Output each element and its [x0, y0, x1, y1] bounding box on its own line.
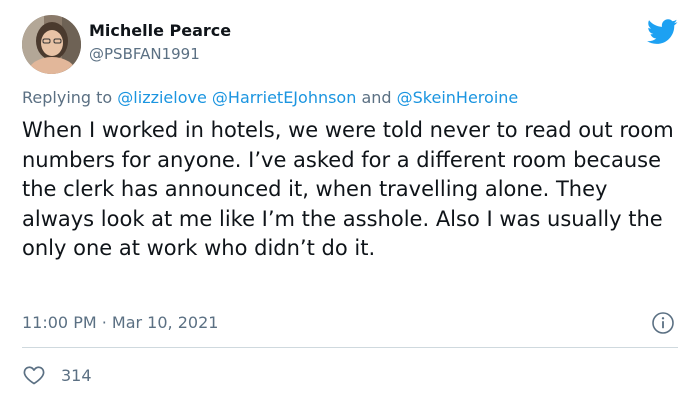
- tweet-text: When I worked in hotels, we were told ne…: [22, 118, 674, 260]
- mention-link-skeinheroine[interactable]: @SkeinHeroine: [397, 88, 519, 107]
- info-icon[interactable]: [651, 311, 675, 335]
- like-button[interactable]: 314: [22, 362, 92, 388]
- mention-link-lizzielove[interactable]: @lizzielove: [117, 88, 207, 107]
- heart-icon: [23, 366, 45, 385]
- author-handle[interactable]: @PSBFAN1991: [89, 45, 200, 63]
- like-count: 314: [61, 365, 92, 385]
- reply-conjunction: and: [356, 88, 397, 107]
- tweet-card: Michelle Pearce @PSBFAN1991 Replying to …: [0, 0, 700, 402]
- reply-context: Replying to @lizzielove @HarrietEJohnson…: [22, 88, 518, 107]
- tweet-timestamp[interactable]: 11:00 PM · Mar 10, 2021: [22, 313, 218, 332]
- avatar-photo-icon: [22, 15, 81, 74]
- reply-prefix: Replying to: [22, 88, 118, 107]
- divider: [22, 347, 678, 348]
- author-name[interactable]: Michelle Pearce: [89, 21, 231, 40]
- avatar[interactable]: [22, 15, 81, 74]
- twitter-bird-icon[interactable]: [647, 19, 678, 45]
- mention-link-harrietejohnson[interactable]: @HarrietEJohnson: [212, 88, 356, 107]
